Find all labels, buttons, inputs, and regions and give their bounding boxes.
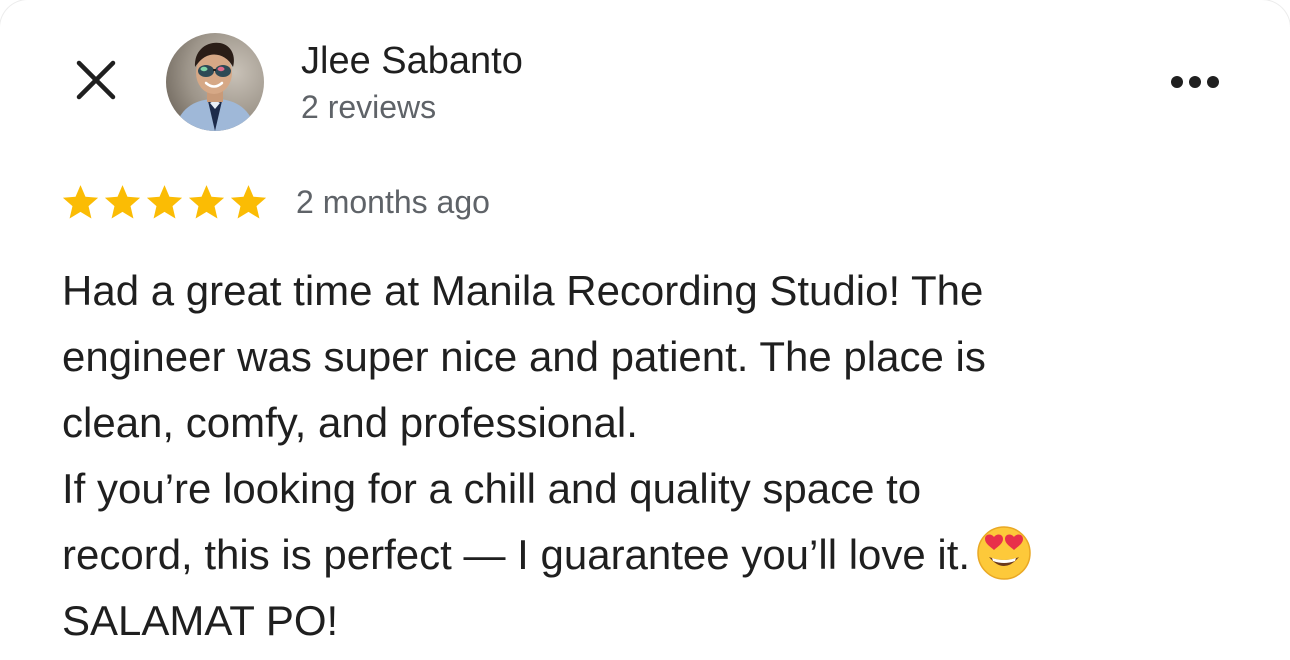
review-text-line: SALAMAT PO!: [62, 597, 339, 644]
star-rating: [60, 182, 269, 223]
review-text-line: Had a great time at Manila Recording Stu…: [62, 267, 984, 314]
more-horizontal-icon: [1171, 76, 1219, 88]
review-text: Had a great time at Manila Recording Stu…: [62, 258, 1262, 654]
star-icon: [230, 185, 267, 219]
review-time: 2 months ago: [296, 184, 490, 220]
review-text-line: clean, comfy, and professional.: [62, 399, 638, 446]
close-icon: [76, 60, 116, 100]
star-icon: [62, 185, 99, 219]
review-count[interactable]: 2 reviews: [301, 89, 436, 126]
person-avatar-icon: [166, 33, 264, 131]
reviewer-name[interactable]: Jlee Sabanto: [301, 40, 523, 83]
more-options-button[interactable]: [1166, 62, 1224, 102]
review-text-line: If you’re looking for a chill and qualit…: [62, 465, 922, 512]
star-icon: [146, 185, 183, 219]
review-text-line-with-emoji: record, this is perfect — I guarantee yo…: [62, 522, 1262, 588]
review-text-line: record, this is perfect — I guarantee yo…: [62, 531, 971, 578]
close-button[interactable]: [68, 52, 124, 108]
avatar[interactable]: [166, 33, 264, 131]
star-icon: [104, 185, 141, 219]
star-icon: [188, 185, 225, 219]
review-text-line: engineer was super nice and patient. The…: [62, 333, 986, 380]
review-card: Jlee Sabanto 2 reviews 2 months ago Had …: [0, 0, 1290, 660]
heart-eyes-emoji-icon: [977, 526, 1031, 580]
